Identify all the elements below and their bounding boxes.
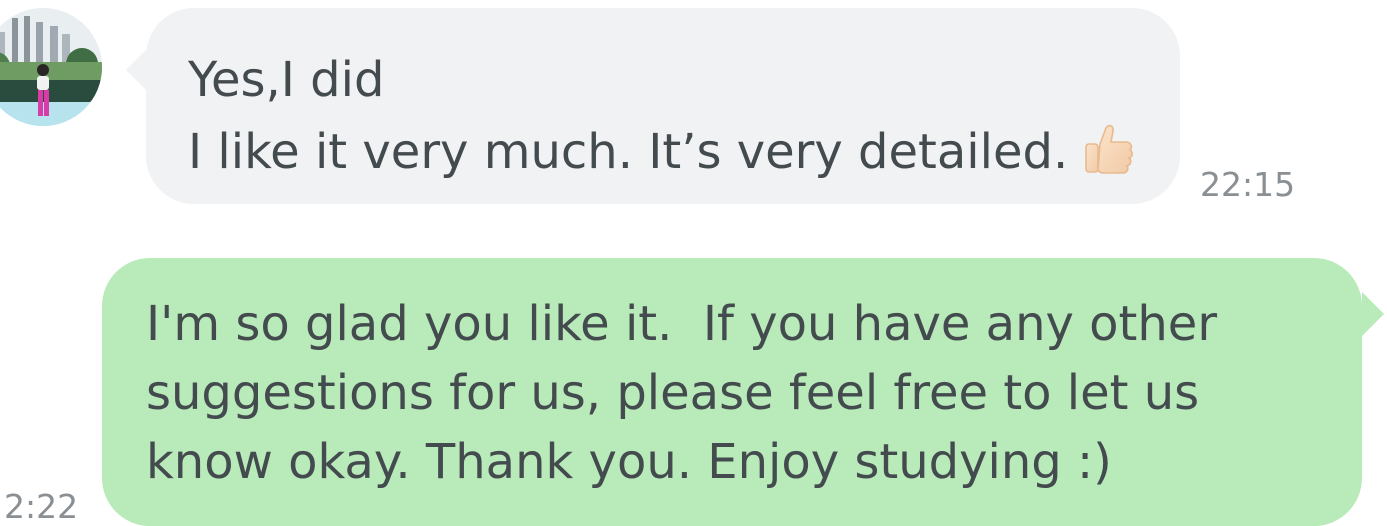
incoming-message-time: 22:15 bbox=[1200, 165, 1296, 204]
outgoing-message-text: I'm so glad you like it. If you have any… bbox=[146, 290, 1217, 497]
thumbs-up-icon bbox=[1085, 124, 1134, 174]
incoming-message-text: Yes,I did I like it very much. It’s very… bbox=[188, 44, 1134, 188]
outgoing-line-2: suggestions for us, please feel free to … bbox=[146, 365, 1200, 421]
incoming-line-1: Yes,I did bbox=[188, 52, 385, 108]
avatar-photo-icon bbox=[0, 8, 102, 126]
incoming-message-bubble[interactable]: Yes,I did I like it very much. It’s very… bbox=[126, 8, 1180, 204]
avatar[interactable] bbox=[0, 8, 102, 126]
outgoing-line-3: know okay. Thank you. Enjoy studying :) bbox=[146, 434, 1112, 490]
incoming-line-2: I like it very much. It’s very detailed. bbox=[188, 124, 1069, 180]
outgoing-message-time: 2:22 bbox=[4, 487, 79, 526]
outgoing-message-bubble[interactable]: I'm so glad you like it. If you have any… bbox=[102, 258, 1384, 526]
outgoing-line-1: I'm so glad you like it. If you have any… bbox=[146, 296, 1218, 352]
